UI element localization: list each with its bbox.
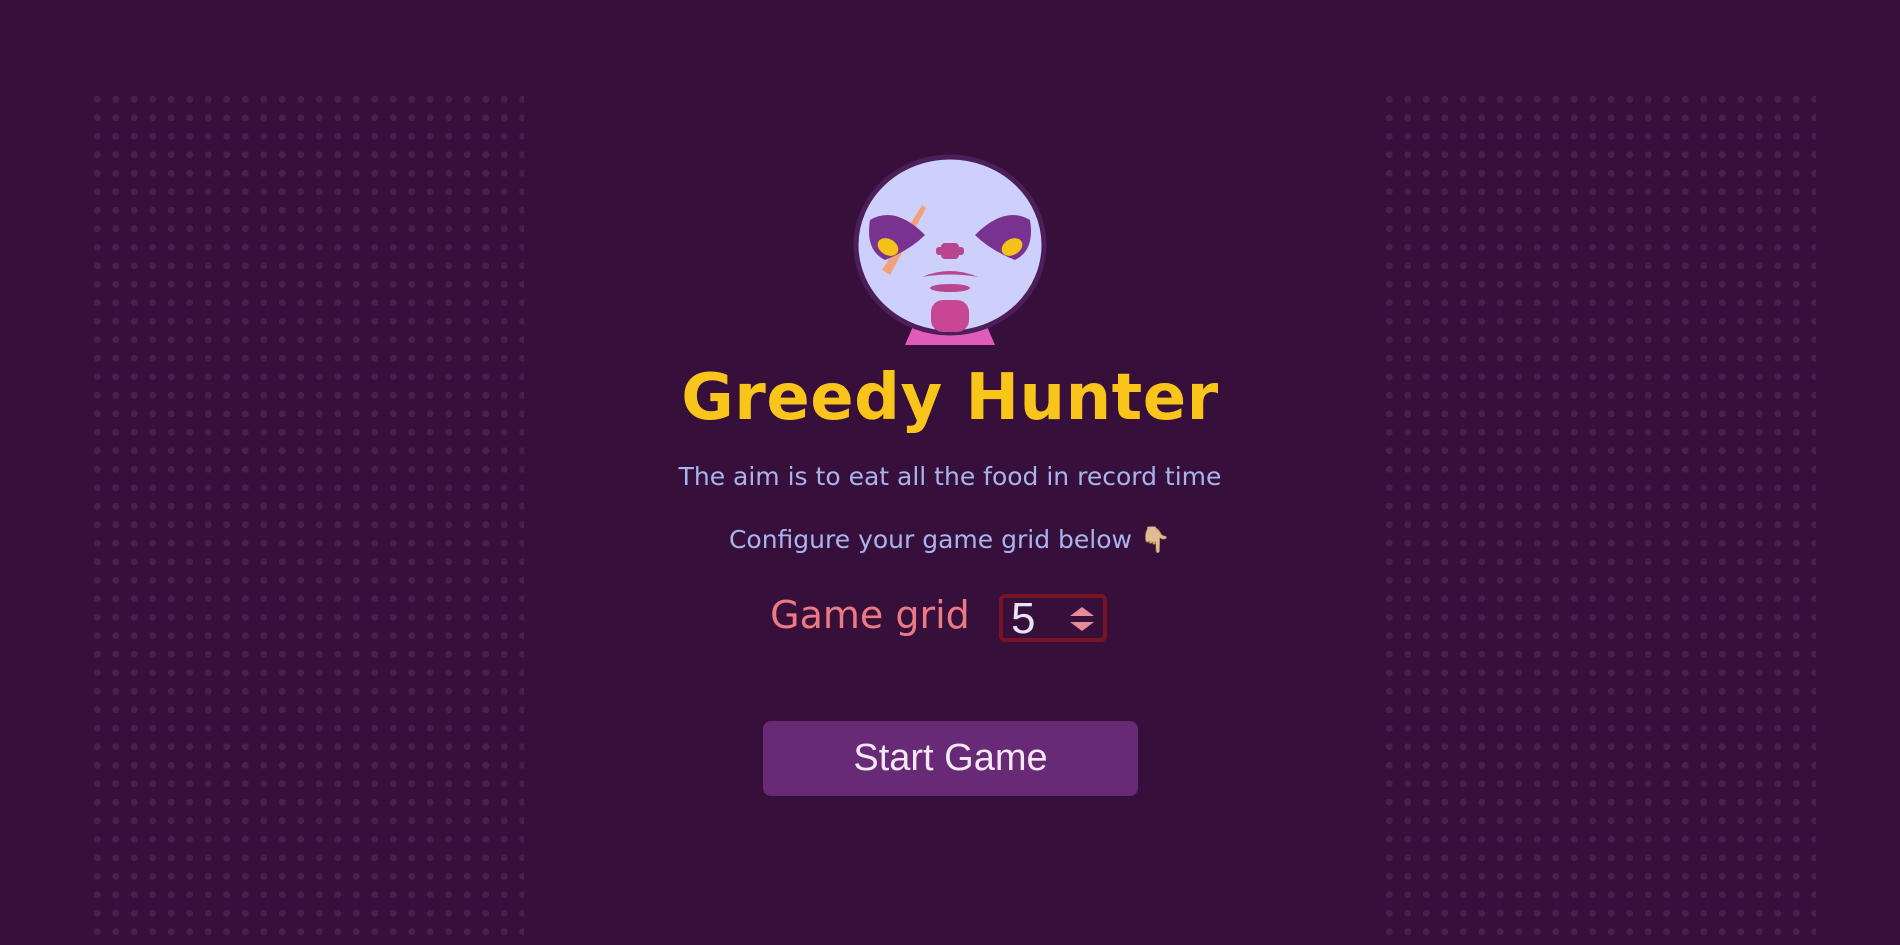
grid-config-row: Game grid 5 bbox=[0, 590, 1900, 650]
start-game-button[interactable]: Start Game bbox=[763, 721, 1138, 796]
game-tagline: The aim is to eat all the food in record… bbox=[678, 462, 1222, 491]
up-down-arrows-icon[interactable] bbox=[1067, 604, 1097, 634]
configure-hint: Configure your game grid below 👇🏼 bbox=[728, 525, 1172, 554]
start-panel: Greedy Hunter The aim is to eat all the … bbox=[0, 0, 1900, 945]
grid-label: Game grid bbox=[770, 593, 970, 637]
start-screen: Greedy Hunter The aim is to eat all the … bbox=[0, 0, 1900, 945]
grid-size-input[interactable]: 5 bbox=[999, 594, 1107, 642]
grid-size-value[interactable]: 5 bbox=[1011, 597, 1035, 641]
hunter-avatar-icon bbox=[853, 154, 1047, 345]
game-title: Greedy Hunter bbox=[681, 361, 1219, 435]
